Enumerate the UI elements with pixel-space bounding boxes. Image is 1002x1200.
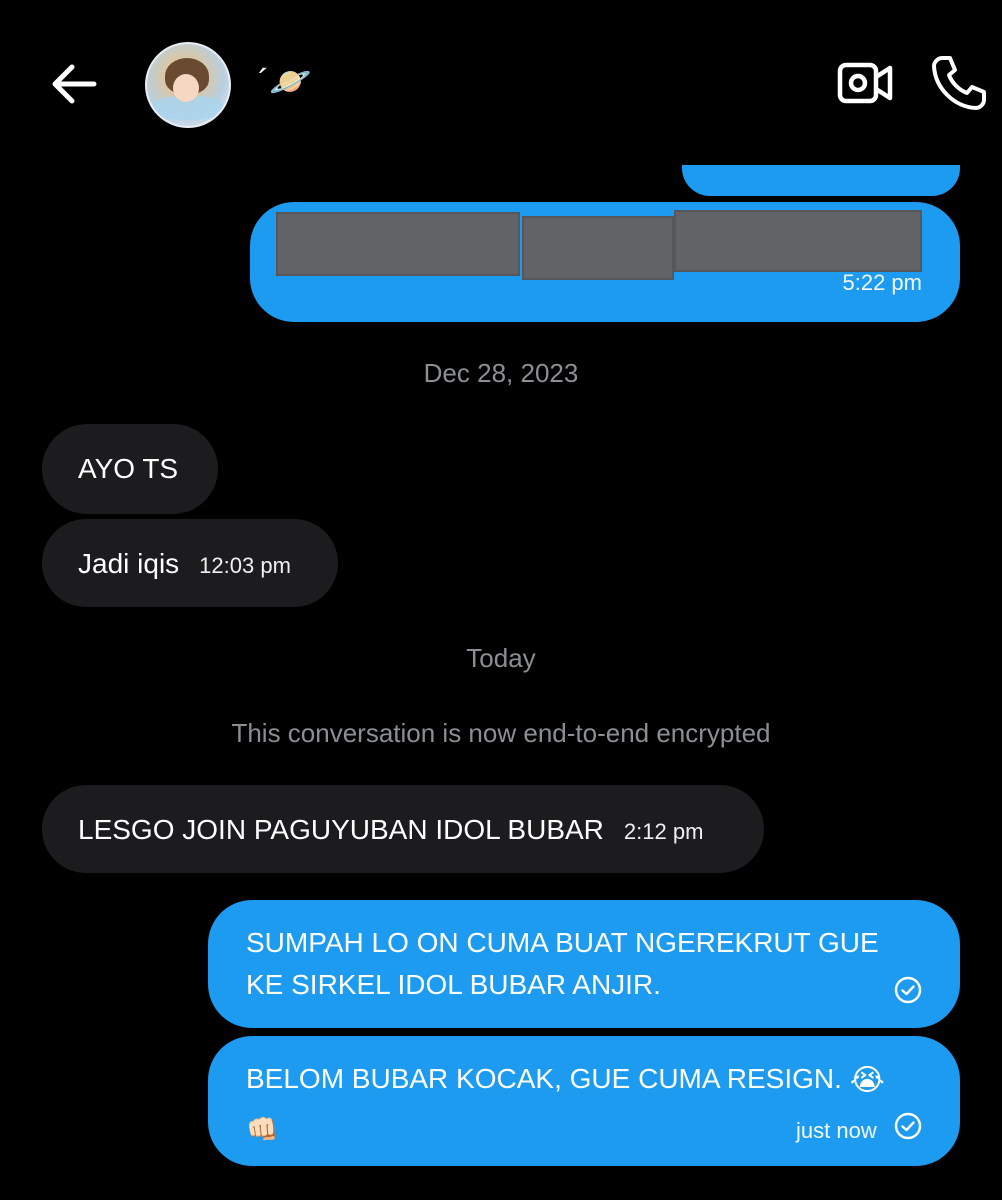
arrow-left-icon bbox=[52, 64, 97, 104]
fist-emoji: 👊🏻 bbox=[246, 1114, 279, 1144]
voice-call-button[interactable] bbox=[928, 52, 990, 114]
message-text: AYO TS bbox=[78, 453, 179, 484]
contact-name[interactable]: ´🪐 bbox=[258, 62, 312, 102]
message-text-line: BELOM BUBAR KOCAK, GUE CUMA RESIGN. bbox=[246, 1063, 842, 1094]
media-thumbnail[interactable] bbox=[522, 216, 674, 280]
encryption-notice: This conversation is now end-to-end encr… bbox=[231, 718, 771, 748]
message-timestamp: 2:12 pm bbox=[623, 819, 704, 844]
check-circle-icon bbox=[894, 976, 922, 1004]
outgoing-message[interactable]: SUMPAH LO ON CUMA BUAT NGEREKRUT GUE KE … bbox=[208, 900, 960, 1028]
message-text: Jadi iqis bbox=[78, 548, 180, 579]
chat-header: ´🪐 bbox=[0, 0, 1002, 165]
date-separator: Dec 28, 2023 bbox=[423, 358, 579, 388]
incoming-message[interactable]: AYO TS bbox=[42, 424, 218, 514]
incoming-message[interactable]: LESGO JOIN PAGUYUBAN IDOL BUBAR 2:12 pm bbox=[42, 785, 764, 873]
message-timestamp: 5:22 pm bbox=[842, 270, 923, 295]
loudly-crying-emoji: 😭 bbox=[849, 1063, 885, 1097]
video-camera-icon bbox=[837, 62, 893, 104]
video-call-button[interactable] bbox=[836, 56, 896, 112]
message-timestamp: just now bbox=[796, 1118, 877, 1143]
media-thumbnail[interactable] bbox=[276, 212, 520, 276]
contact-avatar[interactable] bbox=[145, 42, 231, 128]
message-text-line: SUMPAH LO ON CUMA BUAT NGEREKRUT GUE bbox=[246, 927, 879, 958]
media-thumbnail[interactable] bbox=[674, 210, 922, 272]
message-timestamp: 12:03 pm bbox=[199, 553, 291, 578]
message-text: LESGO JOIN PAGUYUBAN IDOL BUBAR bbox=[78, 814, 604, 845]
outgoing-message[interactable]: BELOM BUBAR KOCAK, GUE CUMA RESIGN. 😭 👊🏻… bbox=[208, 1036, 960, 1166]
check-circle-icon bbox=[894, 1112, 922, 1140]
back-button[interactable] bbox=[44, 54, 104, 114]
date-separator: Today bbox=[466, 643, 536, 673]
media-message-bubble[interactable] bbox=[250, 202, 960, 322]
incoming-message[interactable]: Jadi iqis 12:03 pm bbox=[42, 519, 338, 607]
phone-icon bbox=[932, 56, 986, 110]
message-text-line: KE SIRKEL IDOL BUBAR ANJIR. bbox=[246, 969, 661, 1000]
